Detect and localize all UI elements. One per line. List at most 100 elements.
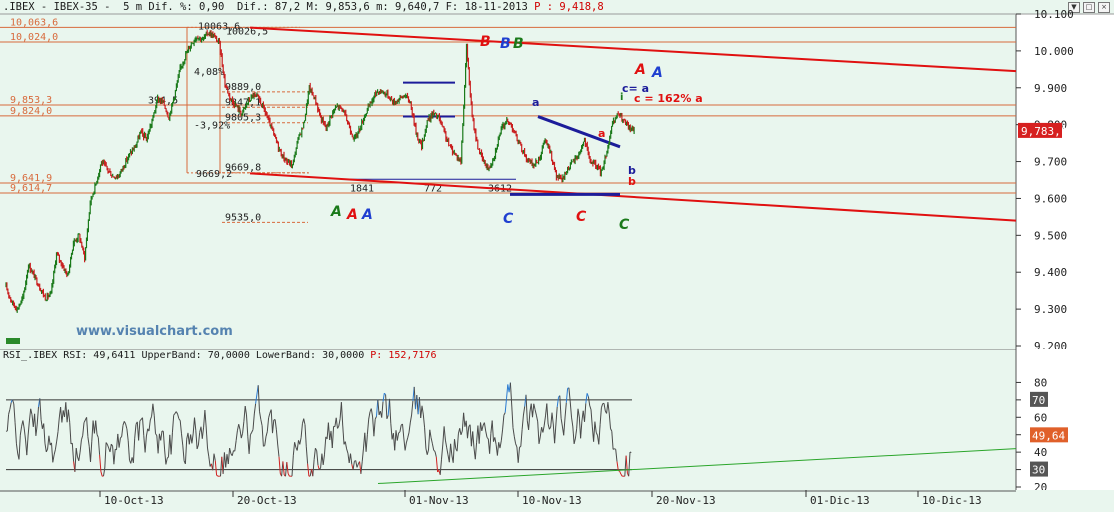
rsi-segment [563, 417, 566, 436]
rsi-segment [23, 428, 26, 440]
rsi-segment [45, 448, 49, 453]
rsi-segment [69, 422, 72, 445]
rsi-segment [629, 451, 632, 454]
rsi-segment [422, 414, 426, 428]
rsi-segment [162, 431, 166, 450]
rsi-segment [132, 438, 136, 463]
rsi-segment [249, 432, 253, 436]
rsi-segment [573, 438, 576, 445]
rsi-tick-label: 60 [1034, 411, 1047, 424]
rsi-segment [594, 421, 597, 433]
wave-label-c-blue: C [503, 211, 514, 227]
date-axis: 10-Oct-13 20-Oct-13 Nov-13 01-Nov-13 10-Nov-… [0, 490, 1016, 507]
rsi-segment [340, 402, 344, 426]
rsi-upper-tag-label: 70 [1032, 394, 1045, 407]
rsi-segment [361, 448, 364, 462]
rsi-segment [82, 422, 85, 436]
rsi-segment [335, 417, 338, 429]
rsi-segment [303, 418, 306, 425]
rsi-segment [261, 425, 264, 447]
rsi-segment [598, 424, 601, 445]
level-label: 9,853,3 [10, 95, 52, 106]
rsi-segment [207, 447, 210, 457]
rsi-segment [36, 406, 39, 425]
price-chart[interactable]: 10.10010.0009.9009.8009.7009.6009.5009.4… [0, 0, 1114, 349]
rsi-segment [428, 429, 431, 451]
rsi-segment [238, 424, 241, 430]
price-tick-label: 9.300 [1034, 303, 1067, 316]
rsi-segment [294, 442, 297, 448]
rsi-segment [79, 439, 82, 453]
price-tick-label: 10.000 [1034, 45, 1074, 58]
rsi-segment [366, 419, 370, 435]
date-tick-label: 01-Dic-13 [810, 494, 870, 507]
rsi-segment [152, 403, 155, 416]
price-tick-label: 9.900 [1034, 82, 1067, 95]
wave-label-c-green: C [619, 217, 630, 233]
rsi-segment [502, 415, 505, 430]
rsi-segment [546, 403, 549, 425]
short-level-label: 9889,0 [225, 82, 261, 93]
rsi-segment [625, 455, 628, 474]
c-pct-label: c = 162% a [634, 92, 703, 105]
date-tick-label: Dic-13 [810, 490, 850, 492]
rsi-segment [97, 437, 101, 455]
wave-label-a-blue-right: A [651, 65, 663, 81]
date-tick-label: 10-Nov-13 [522, 494, 582, 507]
rsi-segment [95, 420, 98, 435]
rsi-segment [118, 438, 121, 448]
rsi-chart[interactable]: 80706050403020703049,64 [0, 349, 1114, 490]
rsi-segment [153, 415, 156, 434]
rsi-segment [121, 425, 124, 437]
rsi-segment [171, 415, 175, 433]
rsi-segment [9, 402, 12, 410]
rsi-segment [564, 402, 567, 419]
rsi-segment [74, 448, 77, 472]
channel-upper [249, 26, 1017, 73]
wave-label-b-green: B [513, 36, 524, 52]
rsi-segment [39, 398, 42, 420]
rsi-segment [65, 402, 68, 423]
rsi-segment [481, 425, 484, 432]
price-tick-label: 10.100 [1034, 8, 1074, 21]
rsi-segment [402, 423, 405, 439]
rsi-segment [316, 450, 319, 466]
rsi-segment [390, 423, 393, 440]
rsi-segment [467, 426, 470, 439]
last-price-label: 9,783,1 [1021, 125, 1067, 138]
rsi-segment [57, 417, 60, 432]
rsi-segment [548, 426, 552, 430]
rsi-segment [331, 426, 335, 449]
rsi-segment [554, 424, 557, 444]
rsi-segment [286, 462, 289, 474]
rsi-segment [291, 455, 294, 477]
rsi-segment [572, 426, 575, 444]
rsi-segment [593, 421, 596, 442]
rsi-segment [580, 421, 583, 439]
rsi-segment [589, 405, 592, 410]
rsi-segment [615, 449, 618, 462]
rsi-segment [120, 436, 123, 439]
pct-down-label: -3,92% [194, 120, 230, 131]
rsi-segment [614, 448, 616, 450]
wave-a-small-red: a [598, 127, 605, 140]
rsi-segment [312, 459, 315, 477]
rsi-segment [431, 443, 435, 451]
rsi-segment [19, 426, 23, 436]
rsi-segment [586, 393, 589, 397]
rsi-segment [106, 444, 110, 449]
rsi-segment [216, 474, 219, 477]
rsi-segment [430, 437, 433, 444]
rsi-segment [503, 412, 506, 416]
rsi-segment [374, 416, 377, 420]
rsi-segment [138, 420, 141, 441]
rsi-segment [506, 384, 509, 399]
wave-label-a-red: A [346, 207, 358, 223]
rsi-segment [517, 447, 520, 463]
rsi-segment [611, 431, 614, 450]
rsi-segment [266, 417, 270, 432]
rsi-segment [628, 451, 631, 477]
pct-up-label: 4,08% [194, 67, 224, 78]
rsi-segment [534, 409, 537, 416]
rsi-segment [274, 419, 277, 430]
